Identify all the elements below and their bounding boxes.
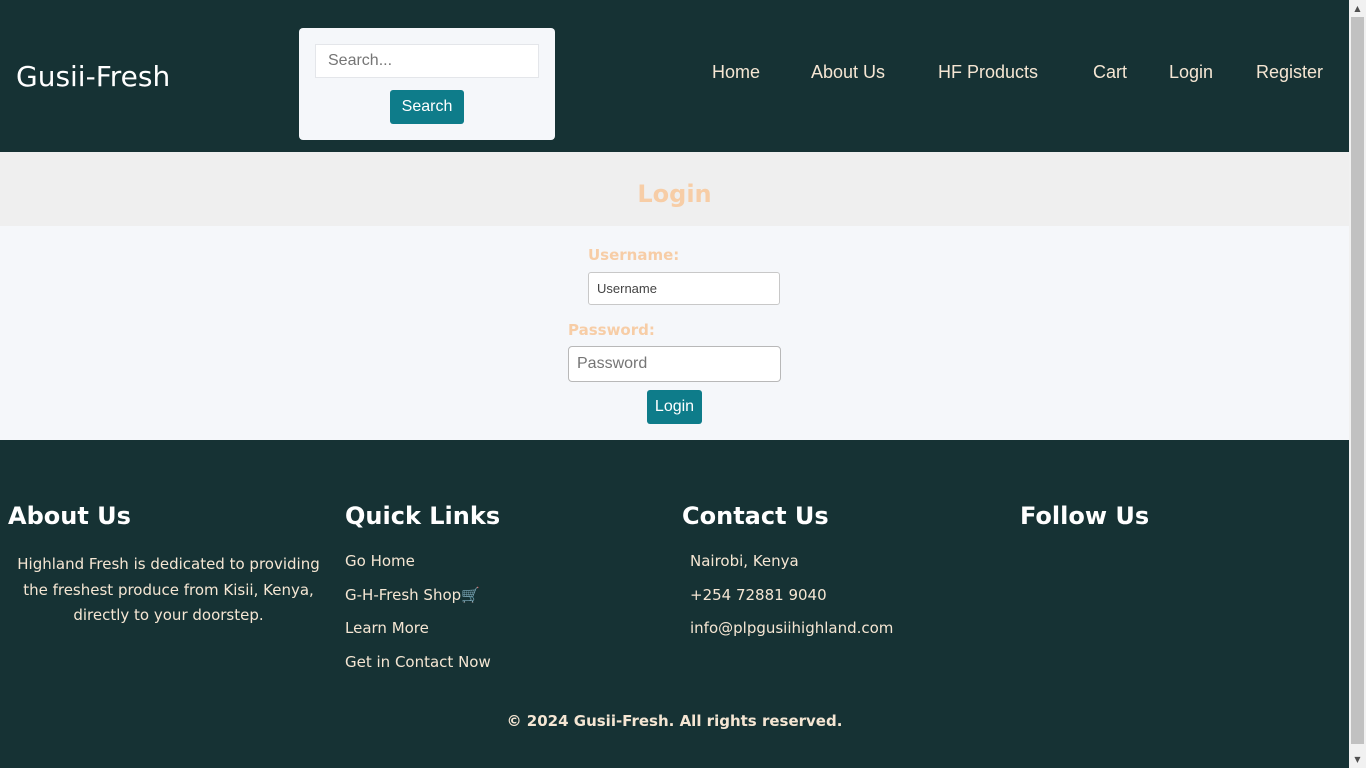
password-field[interactable] bbox=[568, 346, 781, 382]
footer-quick-links: Quick Links Go Home G-H-Fresh Shop🛒 Lear… bbox=[345, 502, 501, 671]
footer-contact: Contact Us Nairobi, Kenya +254 72881 904… bbox=[682, 502, 893, 637]
scrollbar-thumb[interactable] bbox=[1351, 17, 1364, 744]
footer-quick-links-heading: Quick Links bbox=[345, 502, 501, 530]
login-form: Username: Password: Login bbox=[0, 226, 1349, 440]
nav-hf-products[interactable]: HF Products bbox=[938, 62, 1038, 83]
quick-link-learn-more[interactable]: Learn More bbox=[345, 619, 491, 653]
copyright: © 2024 Gusii-Fresh. All rights reserved. bbox=[506, 712, 843, 730]
search-input[interactable] bbox=[315, 44, 539, 78]
nav-register[interactable]: Register bbox=[1256, 62, 1323, 83]
quick-link-contact[interactable]: Get in Contact Now bbox=[345, 653, 491, 687]
search-button[interactable]: Search bbox=[390, 90, 464, 124]
footer-follow: Follow Us bbox=[1020, 502, 1149, 530]
scroll-down-arrow-icon[interactable]: ▼ bbox=[1349, 751, 1366, 768]
contact-phone: +254 72881 9040 bbox=[690, 585, 827, 604]
nav-about-us[interactable]: About Us bbox=[811, 62, 885, 83]
nav-home[interactable]: Home bbox=[712, 62, 760, 83]
site-header: Gusii-Fresh Search Home About Us HF Prod… bbox=[0, 0, 1349, 152]
quick-links-list: Go Home G-H-Fresh Shop🛒 Learn More Get i… bbox=[345, 552, 491, 686]
vertical-scrollbar[interactable]: ▲ ▼ bbox=[1349, 0, 1366, 768]
search-card: Search bbox=[299, 28, 555, 140]
contact-list: Nairobi, Kenya +254 72881 9040 info@plpg… bbox=[690, 552, 893, 653]
password-label: Password: bbox=[568, 321, 655, 339]
login-title-bar: Login bbox=[0, 152, 1349, 226]
footer-contact-heading: Contact Us bbox=[682, 502, 829, 530]
footer-follow-heading: Follow Us bbox=[1020, 502, 1150, 530]
username-label: Username: bbox=[588, 246, 680, 264]
contact-email: info@plpgusiihighland.com bbox=[690, 619, 894, 637]
footer-about-heading: About Us bbox=[8, 502, 131, 530]
scroll-up-arrow-icon[interactable]: ▲ bbox=[1349, 0, 1366, 17]
footer-about: About Us Highland Fresh is dedicated to … bbox=[8, 502, 320, 624]
login-title: Login bbox=[637, 180, 712, 208]
nav-cart[interactable]: Cart bbox=[1093, 62, 1127, 83]
footer-about-text: Highland Fresh is dedicated to providing… bbox=[17, 555, 320, 624]
login-button[interactable]: Login bbox=[647, 390, 702, 424]
site-footer: About Us Highland Fresh is dedicated to … bbox=[0, 440, 1349, 768]
quick-link-shop[interactable]: G-H-Fresh Shop🛒 bbox=[345, 586, 491, 620]
quick-link-go-home[interactable]: Go Home bbox=[345, 552, 491, 586]
page: Gusii-Fresh Search Home About Us HF Prod… bbox=[0, 0, 1349, 768]
nav-login[interactable]: Login bbox=[1169, 62, 1213, 83]
username-field[interactable] bbox=[588, 272, 780, 305]
brand-logo[interactable]: Gusii-Fresh bbox=[16, 60, 170, 93]
contact-location: Nairobi, Kenya bbox=[690, 552, 799, 570]
